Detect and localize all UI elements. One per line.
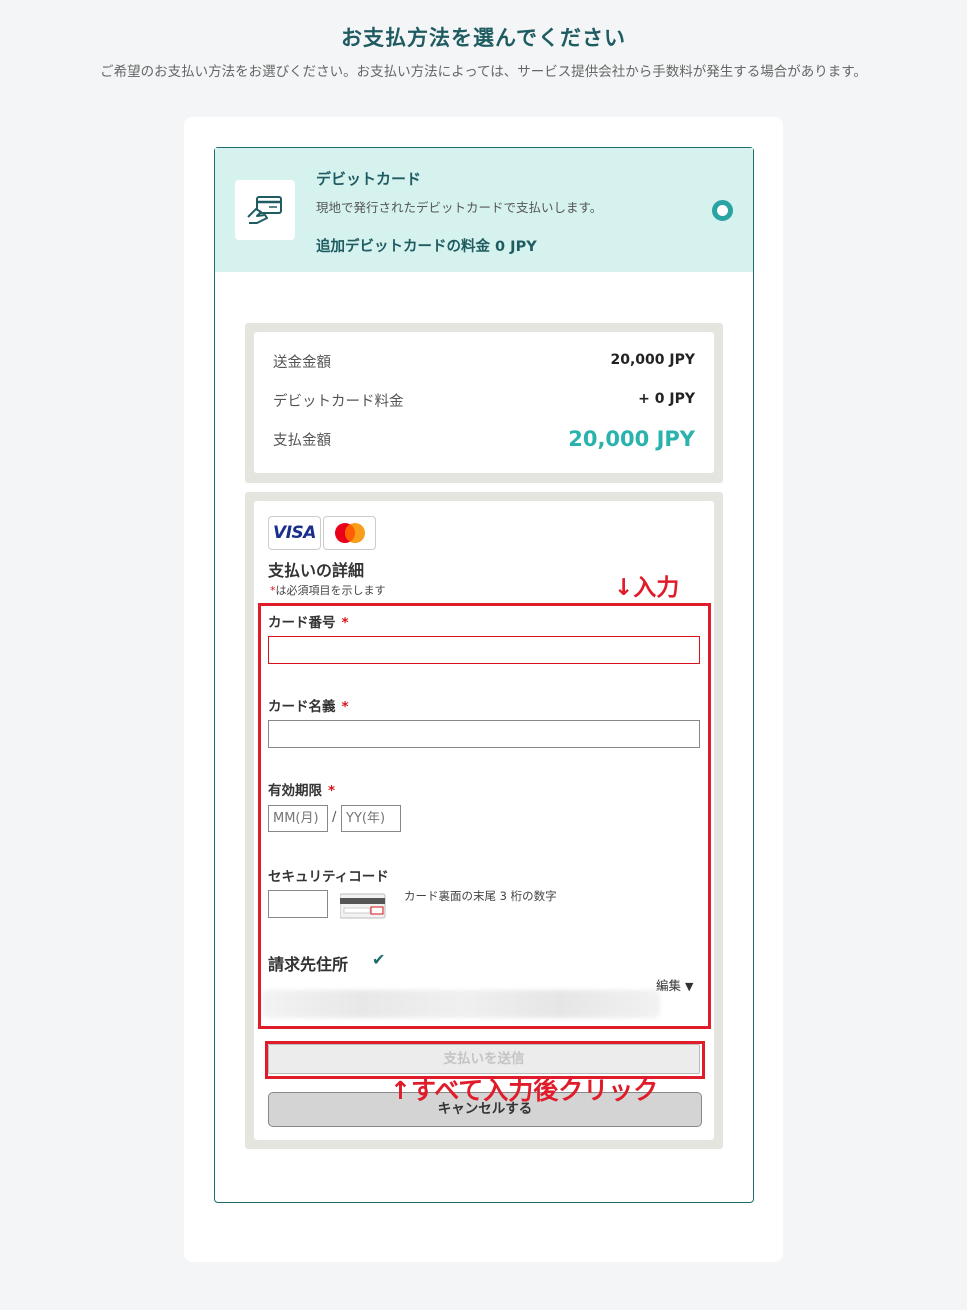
input-annotation: ↓入力 (614, 575, 680, 601)
payment-details-title: 支払いの詳細 (268, 561, 365, 580)
page-subtitle: ご希望のお支払い方法をお選びください。お支払い方法によっては、サービス提供会社か… (100, 64, 867, 80)
required-note-text: は必須項目を示します (275, 584, 386, 597)
summary-label-send-amount: 送金金額 (273, 355, 331, 371)
summary-label-total: 支払金額 (273, 433, 331, 449)
method-name: デビットカード (316, 170, 422, 188)
card-in-hand-icon (247, 196, 282, 224)
click-annotation: ↑すべて入力後クリック (390, 1076, 659, 1105)
method-fee: 追加デビットカードの料金 0 JPY (316, 239, 537, 255)
mastercard-logo: mastercard (323, 516, 376, 550)
input-area-highlight (258, 603, 711, 1029)
method-radio[interactable] (712, 200, 733, 221)
summary-value-card-fee: + 0 JPY (638, 391, 695, 407)
summary-value-send-amount: 20,000 JPY (610, 352, 695, 368)
mastercard-icon (334, 523, 365, 543)
required-note: *は必須項目を示します (270, 582, 386, 598)
visa-logo: VISA (268, 516, 321, 550)
summary-label-card-fee: デビットカード料金 (273, 394, 404, 410)
page-title: お支払方法を選んでください (341, 26, 626, 50)
method-description: 現地で発行されたデビットカードで支払いします。 (316, 200, 603, 215)
debit-card-icon-box (235, 180, 295, 240)
summary-value-total: 20,000 JPY (568, 427, 695, 451)
